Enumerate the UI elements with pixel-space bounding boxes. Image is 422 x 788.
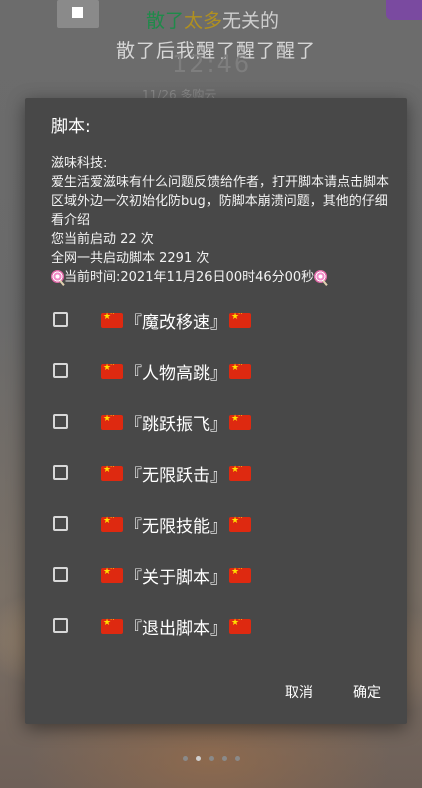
app-corner-icon: [386, 0, 422, 20]
option-text: 『无限技能』: [125, 517, 227, 537]
option-item[interactable]: 『无限跃击』: [25, 454, 407, 494]
option-item[interactable]: 『魔改移速』: [25, 301, 407, 341]
option-text: 『魔改移速』: [125, 313, 227, 333]
dialog-title: 脚本:: [51, 117, 91, 137]
option-item[interactable]: 『退出脚本』: [25, 607, 407, 647]
option-text: 『退出脚本』: [125, 619, 227, 639]
china-flag-icon: [229, 361, 251, 379]
cancel-button[interactable]: 取消: [285, 682, 313, 702]
option-label: 『无限技能』: [101, 512, 251, 537]
china-flag-icon: [101, 463, 123, 481]
message-line: 滋味科技:: [51, 156, 108, 171]
china-flag-icon: [101, 361, 123, 379]
option-checkbox[interactable]: [53, 516, 68, 531]
page-dot: [183, 756, 188, 761]
option-text: 『人物高跳』: [125, 364, 227, 384]
option-checkbox[interactable]: [53, 312, 68, 327]
option-checkbox[interactable]: [53, 414, 68, 429]
option-text: 『无限跃击』: [125, 466, 227, 486]
china-flag-icon: [229, 310, 251, 328]
option-checkbox[interactable]: [53, 618, 68, 633]
china-flag-icon: [229, 616, 251, 634]
option-item[interactable]: 『人物高跳』: [25, 352, 407, 392]
china-flag-icon: [101, 514, 123, 532]
lockscreen-clock: 12:46: [172, 50, 252, 78]
option-checkbox[interactable]: [53, 465, 68, 480]
stop-icon: [57, 0, 99, 28]
lockscreen-marquee: 散了太多无关的: [146, 6, 279, 33]
china-flag-icon: [101, 310, 123, 328]
option-text: 『关于脚本』: [125, 568, 227, 588]
script-dialog: 脚本: 滋味科技: 爱生活爱滋味有什么问题反馈给作者，打开脚本请点击脚本区域外边…: [25, 98, 407, 724]
dialog-buttons: 取消 确定: [285, 682, 381, 702]
lollipop-icon: [51, 270, 64, 283]
china-flag-icon: [101, 565, 123, 583]
option-text: 『跳跃振飞』: [125, 415, 227, 435]
lollipop-icon: [314, 270, 328, 283]
message-line: 爱生活爱滋味有什么问题反馈给作者，打开脚本请点击脚本区域外边一次初始化防bug，…: [51, 175, 390, 228]
option-checkbox[interactable]: [53, 363, 68, 378]
china-flag-icon: [101, 412, 123, 430]
page-dot: [222, 756, 227, 761]
option-item[interactable]: 『无限技能』: [25, 505, 407, 545]
message-line-time: 当前时间:2021年11月26日00时46分00秒: [51, 268, 391, 287]
china-flag-icon: [229, 565, 251, 583]
china-flag-icon: [229, 463, 251, 481]
china-flag-icon: [101, 616, 123, 634]
china-flag-icon: [229, 412, 251, 430]
page-indicator: [183, 756, 240, 761]
marquee-part: 无关的: [222, 10, 280, 32]
china-flag-icon: [229, 514, 251, 532]
option-label: 『魔改移速』: [101, 308, 251, 333]
option-label: 『关于脚本』: [101, 563, 251, 588]
option-item[interactable]: 『关于脚本』: [25, 556, 407, 596]
message-line: 全网一共启动脚本 2291 次: [51, 251, 210, 266]
marquee-part: 太多: [184, 10, 223, 32]
option-label: 『无限跃击』: [101, 461, 251, 486]
dialog-message: 滋味科技: 爱生活爱滋味有什么问题反馈给作者，打开脚本请点击脚本区域外边一次初始…: [51, 154, 391, 287]
confirm-button[interactable]: 确定: [353, 682, 381, 702]
page-dot: [235, 756, 240, 761]
page-dot-active: [196, 756, 201, 761]
message-line: 您当前启动 22 次: [51, 232, 154, 247]
option-label: 『跳跃振飞』: [101, 410, 251, 435]
page-dot: [209, 756, 214, 761]
option-checkbox[interactable]: [53, 567, 68, 582]
option-label: 『退出脚本』: [101, 614, 251, 639]
current-time-text: 当前时间:2021年11月26日00时46分00秒: [64, 270, 315, 285]
option-item[interactable]: 『跳跃振飞』: [25, 403, 407, 443]
option-label: 『人物高跳』: [101, 359, 251, 384]
marquee-part: 散了: [146, 10, 185, 32]
